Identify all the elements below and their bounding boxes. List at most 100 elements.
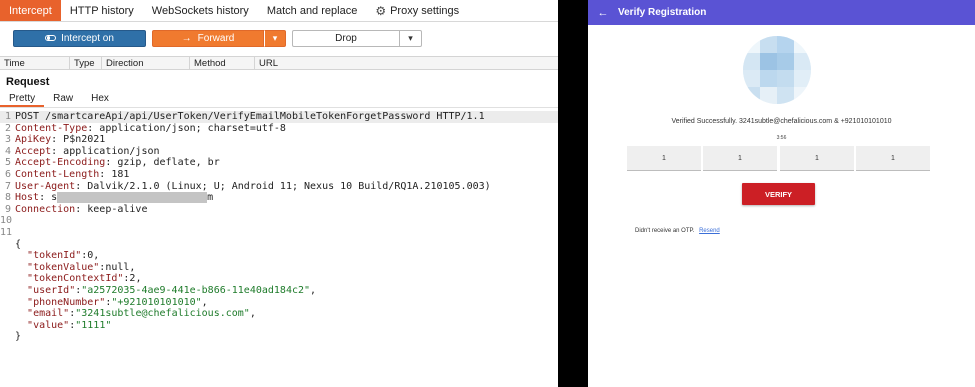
json-field: "tokenValue": null, [27, 261, 136, 273]
otp-digit-field[interactable]: 1 [703, 146, 777, 171]
tab-websockets-history[interactable]: WebSockets history [143, 0, 258, 21]
request-line-text: POST /smartcareApi/api/UserToken/VerifyE… [15, 111, 485, 122]
otp-digit-field[interactable]: 1 [627, 146, 701, 171]
otp-digit-field[interactable]: 1 [780, 146, 854, 171]
header-name: Content-Type [15, 122, 88, 134]
json-field: "email": "3241subtle@chefalicious.com", [27, 308, 256, 320]
drop-options-button[interactable]: ▾ [400, 29, 422, 47]
header-name: Accept [15, 145, 52, 157]
drop-label: Drop [335, 32, 357, 44]
screen-divider [558, 0, 588, 387]
header-value: gzip, deflate, br [111, 157, 220, 169]
json-value: "1111" [75, 319, 112, 331]
column-time[interactable]: Time [0, 57, 70, 69]
json-value: "+921010101010" [111, 296, 202, 308]
header-value: application/json; charset=utf-8 [93, 122, 286, 134]
intercept-table-header: Time Type Direction Method URL [0, 56, 558, 70]
json-field: "phoneNumber": "+921010101010", [27, 296, 208, 308]
request-panel-title: Request [6, 76, 50, 88]
tab-label: HTTP history [69, 4, 134, 17]
header-name: Content-Length [15, 168, 100, 180]
column-direction[interactable]: Direction [102, 57, 190, 69]
tab-label: WebSockets history [151, 4, 249, 17]
json-brace: { [15, 238, 22, 250]
json-key: "tokenValue" [27, 261, 100, 273]
request-view-tabs: Pretty Raw Hex [0, 92, 558, 108]
line-number: 8 [4, 192, 11, 204]
forward-label: Forward [197, 32, 235, 44]
line-number: 3 [4, 134, 11, 146]
body-line: { [0, 239, 558, 251]
intercept-toggle-button[interactable]: Intercept on [13, 29, 146, 47]
chevron-down-icon: ▾ [408, 32, 413, 43]
tab-raw[interactable]: Raw [44, 92, 82, 107]
resend-link[interactable]: Resend [699, 228, 720, 234]
line-number: 5 [4, 157, 11, 169]
back-arrow-icon[interactable]: ← [588, 7, 618, 19]
line-number: 6 [4, 168, 11, 180]
tab-http-history[interactable]: HTTP history [61, 0, 143, 21]
intercept-toolbar: Intercept on → Forward ▾ Drop ▾ [0, 22, 558, 54]
request-line: 1 POST /smartcareApi/api/UserToken/Verify… [0, 111, 558, 123]
header-line: 2 Content-Type: application/json; charset… [0, 123, 558, 135]
header-line: 9 Connection: keep-alive [0, 204, 558, 216]
forward-options-button[interactable]: ▾ [264, 29, 286, 47]
mobile-app-screen: ← Verify Registration Verified Successfu… [588, 0, 975, 387]
line-number: 4 [4, 145, 11, 157]
tab-label: Match and replace [266, 4, 358, 17]
intercept-label: Intercept on [61, 32, 114, 44]
json-brace: } [15, 331, 22, 343]
json-field: "tokenId":0, [27, 250, 100, 262]
header-name: Host [15, 192, 40, 204]
otp-digit-field[interactable]: 1 [856, 146, 930, 171]
pixelated-avatar-icon [743, 36, 811, 104]
otp-timer: 3:56 [776, 135, 787, 141]
line-number: 9 [4, 203, 11, 215]
tab-label: Intercept [9, 4, 52, 17]
json-key: "email" [27, 308, 70, 320]
drop-button[interactable]: Drop [292, 29, 400, 47]
column-type[interactable]: Type [70, 57, 102, 69]
tab-intercept[interactable]: Intercept [0, 0, 61, 21]
gear-icon: ⚙ [375, 3, 387, 18]
verify-button[interactable]: VERIFY [742, 183, 815, 205]
forward-button[interactable]: → Forward [152, 29, 264, 47]
column-method[interactable]: Method [190, 57, 255, 69]
header-value: P$n2021 [57, 134, 106, 146]
json-key: "value" [27, 319, 70, 331]
header-line: 5 Accept-Encoding: gzip, deflate, br [0, 157, 558, 169]
line-number: 2 [4, 122, 11, 134]
header-value-end: m [207, 192, 214, 204]
body-line: } [0, 331, 558, 343]
json-value: "3241subtle@chefalicious.com" [75, 308, 250, 320]
app-bar: ← Verify Registration [588, 0, 975, 25]
header-value: Dalvik/2.1.0 (Linux; U; Android 11; Nexu… [81, 180, 491, 192]
tab-proxy-settings[interactable]: ⚙ Proxy settings [366, 0, 468, 21]
tab-pretty[interactable]: Pretty [0, 92, 45, 107]
tab-match-and-replace[interactable]: Match and replace [258, 0, 367, 21]
column-url[interactable]: URL [255, 57, 558, 69]
header-name: Connection [15, 203, 76, 215]
header-line: 8 Host: sm [0, 192, 558, 204]
header-name: Accept-Encoding [15, 157, 106, 169]
line-number: 1 [4, 111, 11, 122]
header-line: 4 Accept: application/json [0, 146, 558, 158]
json-key: "tokenId" [27, 250, 82, 262]
toggle-icon [45, 35, 57, 41]
header-line: 6 Content-Length: 181 [0, 169, 558, 181]
json-key: "tokenContextId" [27, 273, 124, 285]
json-field: "userId": "a2572035-4ae9-441e-b866-11e40a… [27, 284, 317, 296]
json-key: "userId" [27, 284, 76, 296]
app-bar-title: Verify Registration [618, 7, 707, 18]
verification-status: Verified Successfully. 3241subtle@chefal… [671, 118, 892, 125]
proxy-window: Intercept HTTP history WebSockets histor… [0, 0, 558, 387]
line-number: 10 [0, 215, 13, 227]
json-value: "a2572035-4ae9-441e-b866-11e40ad184c2" [81, 284, 311, 296]
blank-line: 10 [0, 215, 558, 227]
request-editor[interactable]: 1 POST /smartcareApi/api/UserToken/Verify… [0, 111, 558, 343]
tab-hex[interactable]: Hex [82, 92, 118, 107]
resend-prompt: Didn't receive an OTP. [635, 228, 695, 234]
header-value: application/json [57, 145, 160, 157]
json-field: "tokenContextId":2, [27, 273, 142, 285]
chevron-down-icon: ▾ [272, 32, 278, 43]
